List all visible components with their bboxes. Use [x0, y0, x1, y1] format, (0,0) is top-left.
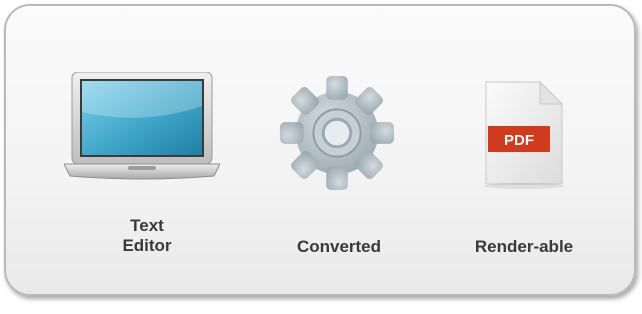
step-label-converted: Converted — [296, 237, 382, 256]
step-label-line1: Text — [130, 216, 164, 235]
workflow-panel: PDF Text Editor Converted Render-able — [4, 4, 636, 296]
laptop-icon — [64, 72, 220, 180]
step-label-line2: Editor — [122, 236, 172, 255]
pdf-badge-text: PDF — [504, 132, 534, 149]
gear-icon — [279, 75, 395, 191]
pdf-file-icon: PDF — [484, 80, 564, 189]
step-label-text-editor: Text Editor — [102, 216, 192, 256]
step-label-renderable: Render-able — [474, 237, 574, 256]
